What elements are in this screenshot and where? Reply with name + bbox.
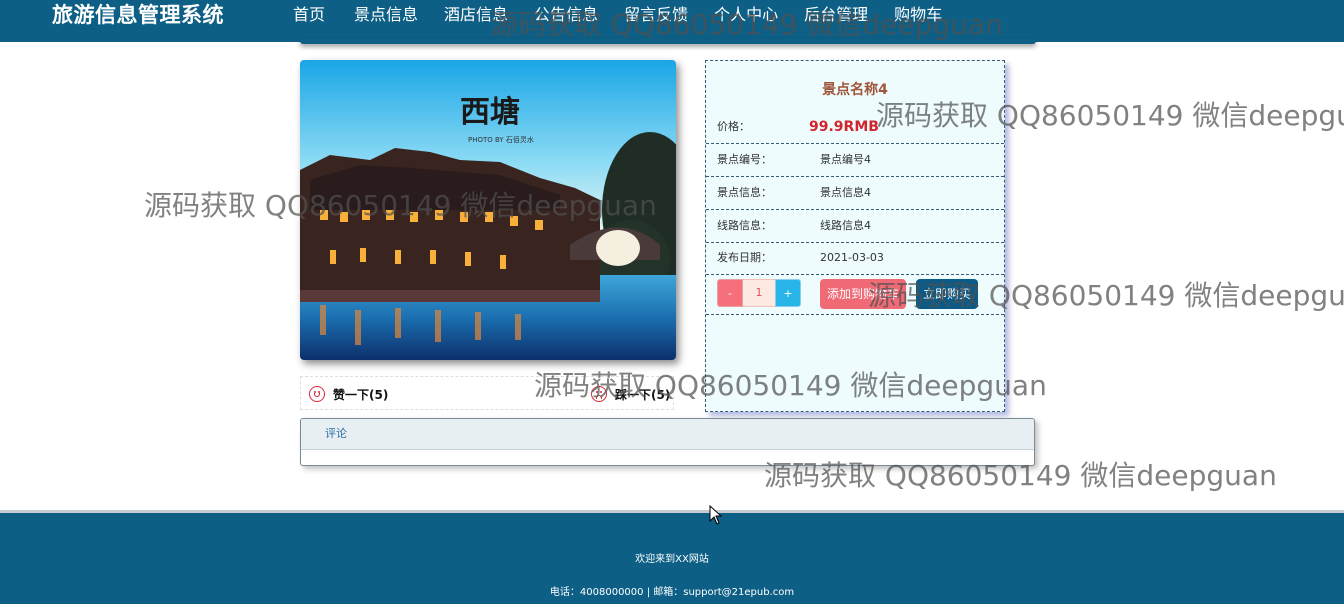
footer-welcome: 欢迎来到XX网站 [635,554,709,565]
comments-heading: 评论 [301,419,1034,450]
quantity-increment-button[interactable]: + [775,279,801,307]
dislike-label: 踩一下(5) [615,387,671,402]
dislike-button[interactable]: 踩一下(5) [591,383,670,405]
price-label: 价格： [717,120,750,133]
scenic-photo: 西塘 PHOTO BY 石佰灵水 [300,60,676,360]
nav-feedback[interactable]: 留言反馈 [611,0,701,42]
price-value: 99.9RMB [809,119,879,135]
detail-row: 景点信息： 景点信息4 [706,177,1004,210]
nav-admin[interactable]: 后台管理 [791,0,881,42]
vote-bar: 赞一下(5) 踩一下(5) [300,376,674,410]
quantity-stepper: - 1 + [717,279,801,307]
like-button[interactable]: 赞一下(5) [309,383,388,405]
nav-cart[interactable]: 购物车 [881,0,955,42]
spot-title: 景点名称4 [822,82,888,98]
nav-underlay [300,38,1036,44]
row-label: 线路信息： [717,219,772,232]
photo-credit: PHOTO BY 石佰灵水 [468,135,534,144]
row-label: 景点信息： [717,186,772,199]
footer-contact: 电话：4008000000 | 邮箱：support@21epub.com [549,587,795,598]
add-to-cart-button[interactable]: 添加到购物车 [820,279,906,309]
main-nav: 首页 景点信息 酒店信息 公告信息 留言反馈 个人中心 后台管理 购物车 [280,0,955,42]
mouse-cursor-icon [709,505,723,525]
detail-row: 景点编号： 景点编号4 [706,144,1004,177]
like-label: 赞一下(5) [333,387,389,402]
top-navbar: 旅游信息管理系统 首页 景点信息 酒店信息 公告信息 留言反馈 个人中心 后台管… [0,0,1344,42]
nav-scenic-spots[interactable]: 景点信息 [341,0,431,42]
photo-caption: 西塘 [460,95,520,130]
nav-hotels[interactable]: 酒店信息 [431,0,521,42]
row-label: 景点编号： [717,153,772,166]
row-value: 景点信息4 [820,186,871,199]
quantity-decrement-button[interactable]: - [717,279,743,307]
row-label: 发布日期： [717,251,772,264]
price-row: 价格： 99.9RMB [706,111,1004,144]
comments-panel: 评论 [300,418,1035,466]
site-footer: 欢迎来到XX网站 电话：4008000000 | 邮箱：support@21ep… [0,510,1344,604]
nav-announcements[interactable]: 公告信息 [521,0,611,42]
row-value: 景点编号4 [820,153,871,166]
detail-row: 线路信息： 线路信息4 [706,210,1004,243]
detail-panel: 景点名称4 价格： 99.9RMB 景点编号： 景点编号4 景点信息： 景点信息… [705,60,1005,412]
frown-icon [591,386,607,402]
nav-home[interactable]: 首页 [280,0,341,42]
smile-icon [309,386,325,402]
row-value: 线路信息4 [820,219,871,232]
detail-row: 发布日期： 2021-03-03 [706,242,1004,275]
buy-now-button[interactable]: 立即购买 [916,279,978,309]
row-value: 2021-03-03 [820,251,884,264]
quantity-input[interactable]: 1 [743,279,775,307]
site-brand[interactable]: 旅游信息管理系统 [52,0,224,30]
nav-user-center[interactable]: 个人中心 [701,0,791,42]
